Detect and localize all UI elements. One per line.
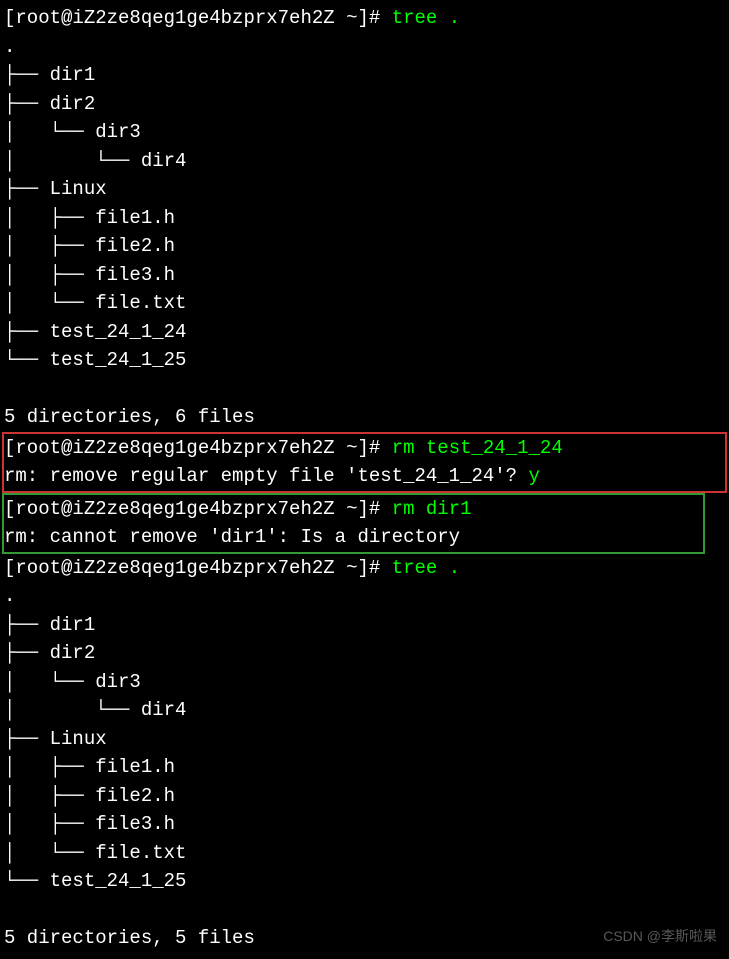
rm-answer: y xyxy=(529,465,540,487)
tree-line: │ └── dir3 xyxy=(4,118,725,147)
prompt-line[interactable]: [root@iZ2ze8qeg1ge4bzprx7eh2Z ~]# tree . xyxy=(4,554,725,583)
tree-summary: 5 directories, 6 files xyxy=(4,403,725,432)
highlight-box-green: [root@iZ2ze8qeg1ge4bzprx7eh2Z ~]# rm dir… xyxy=(2,493,705,554)
prompt-line[interactable]: [root@iZ2ze8qeg1ge4bzprx7eh2Z ~]# rm dir… xyxy=(4,495,703,524)
watermark: CSDN @李斯啦果 xyxy=(603,926,717,947)
highlight-box-red: [root@iZ2ze8qeg1ge4bzprx7eh2Z ~]# rm tes… xyxy=(2,432,727,493)
tree-line: │ ├── file1.h xyxy=(4,753,725,782)
tree-line: │ └── dir3 xyxy=(4,668,725,697)
tree-line: │ ├── file3.h xyxy=(4,261,725,290)
tree-line: ├── dir2 xyxy=(4,90,725,119)
command-text: rm dir1 xyxy=(392,498,472,520)
tree-line: ├── dir1 xyxy=(4,61,725,90)
command-text: tree . xyxy=(392,7,460,29)
tree-line: ├── Linux xyxy=(4,725,725,754)
prompt-line[interactable]: [root@iZ2ze8qeg1ge4bzprx7eh2Z ~]# tree . xyxy=(4,4,725,33)
tree-line: │ ├── file2.h xyxy=(4,232,725,261)
tree-line: └── test_24_1_25 xyxy=(4,867,725,896)
blank-line xyxy=(4,896,725,925)
tree-line: ├── test_24_1_24 xyxy=(4,318,725,347)
tree-line: │ └── dir4 xyxy=(4,147,725,176)
tree-line: └── test_24_1_25 xyxy=(4,346,725,375)
tree-line: │ └── file.txt xyxy=(4,289,725,318)
tree-line: ├── dir2 xyxy=(4,639,725,668)
tree-line: │ └── file.txt xyxy=(4,839,725,868)
tree-line: ├── dir1 xyxy=(4,611,725,640)
blank-line xyxy=(4,375,725,404)
command-text: rm test_24_1_24 xyxy=(392,437,563,459)
rm-prompt[interactable]: rm: remove regular empty file 'test_24_1… xyxy=(4,462,725,491)
rm-error: rm: cannot remove 'dir1': Is a directory xyxy=(4,523,703,552)
tree-line: │ ├── file1.h xyxy=(4,204,725,233)
tree-root: . xyxy=(4,582,725,611)
tree-line: │ ├── file3.h xyxy=(4,810,725,839)
tree-line: ├── Linux xyxy=(4,175,725,204)
tree-line: │ ├── file2.h xyxy=(4,782,725,811)
prompt-line[interactable]: [root@iZ2ze8qeg1ge4bzprx7eh2Z ~]# rm tes… xyxy=(4,434,725,463)
command-text: tree . xyxy=(392,557,460,579)
tree-line: │ └── dir4 xyxy=(4,696,725,725)
tree-root: . xyxy=(4,33,725,62)
terminal-output: [root@iZ2ze8qeg1ge4bzprx7eh2Z ~]# tree .… xyxy=(4,4,725,953)
